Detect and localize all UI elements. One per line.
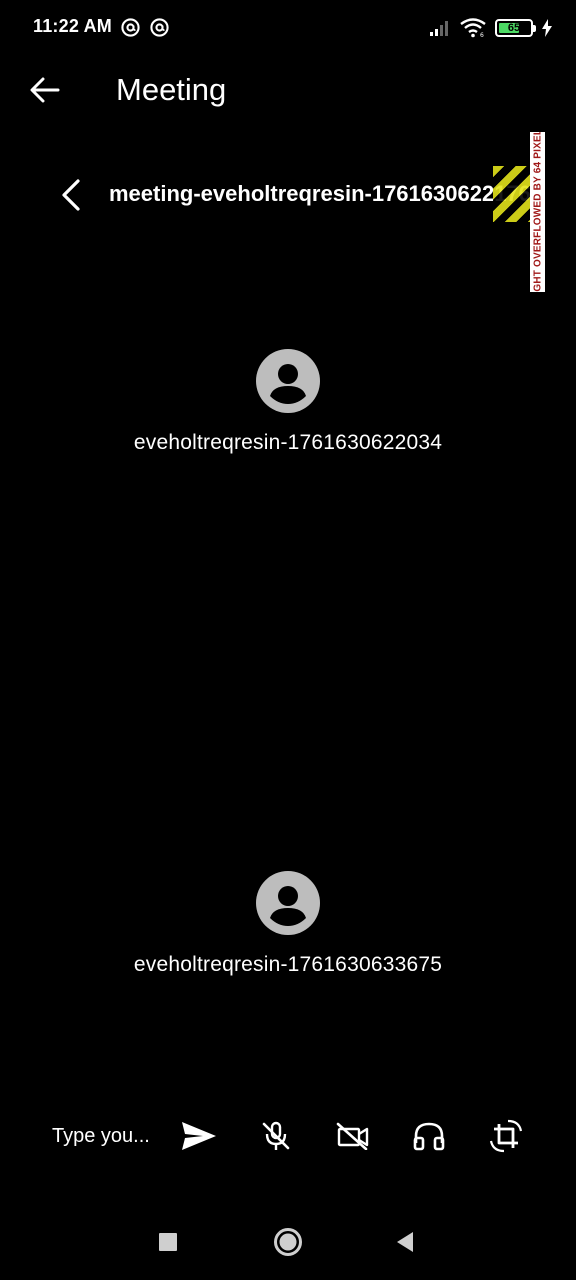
square-icon (159, 1233, 177, 1251)
message-input[interactable] (50, 1118, 160, 1154)
participant-name: eveholtreqresin-1761630622034 (133, 431, 443, 454)
participant-tile: eveholtreqresin-1761630633675 (0, 871, 576, 977)
overflow-warning: RIGHT OVERFLOWED BY 64 PIXELS (530, 132, 545, 292)
mic-off-icon (262, 1121, 290, 1150)
videocam-off-icon (336, 1122, 369, 1150)
triangle-back-icon (397, 1232, 413, 1252)
battery-tip (533, 25, 536, 32)
circle-icon (274, 1228, 302, 1256)
battery-indicator: 65 (495, 19, 536, 37)
status-time: 11:22 AM (33, 16, 112, 36)
status-bar: 11:22 AM 6 65 (0, 0, 576, 56)
meeting-header: meeting-eveholtreqresin-1761630622176 (0, 164, 576, 226)
at-sign-icon (150, 18, 169, 37)
chevron-left-icon (62, 179, 80, 211)
overflow-stripes (493, 166, 530, 222)
mute-button[interactable] (256, 1116, 296, 1156)
participant-name: eveholtreqresin-1761630633675 (133, 953, 443, 976)
audio-output-button[interactable] (409, 1116, 449, 1156)
recents-button[interactable] (148, 1222, 188, 1262)
camera-switch-icon (489, 1119, 523, 1153)
system-nav-bar (0, 1210, 576, 1274)
system-back-button[interactable] (385, 1222, 425, 1262)
battery-level: 65 (507, 22, 521, 34)
page-title: Meeting (116, 72, 227, 107)
cellular-signal-icon (430, 21, 448, 36)
at-sign-icon (121, 18, 140, 37)
svg-text:6: 6 (480, 32, 484, 38)
overflow-warning-text: RIGHT OVERFLOWED BY 64 PIXELS (532, 132, 543, 292)
send-icon (182, 1122, 216, 1150)
participant-tile: eveholtreqresin-1761630622034 (0, 349, 576, 455)
meeting-back-button[interactable] (52, 174, 90, 216)
wifi-icon: 6 (460, 18, 486, 38)
arrow-left-icon (30, 77, 60, 103)
call-controls (0, 1108, 576, 1164)
meeting-name: meeting-eveholtreqresin-1761630622176 (109, 181, 531, 206)
account-circle-icon (256, 871, 320, 935)
headphones-icon (413, 1122, 445, 1151)
status-indicators: 6 65 (429, 17, 552, 39)
lightning-icon (542, 19, 552, 37)
account-circle-icon (256, 349, 320, 413)
switch-camera-button[interactable] (486, 1116, 526, 1156)
meeting-screen: 11:22 AM 6 65 Meeting meeting-eveholtreq… (0, 0, 576, 1280)
send-button[interactable] (179, 1116, 219, 1156)
back-button[interactable] (22, 70, 68, 110)
camera-toggle-button[interactable] (333, 1116, 373, 1156)
app-bar: Meeting (0, 56, 576, 124)
home-button[interactable] (268, 1222, 308, 1262)
